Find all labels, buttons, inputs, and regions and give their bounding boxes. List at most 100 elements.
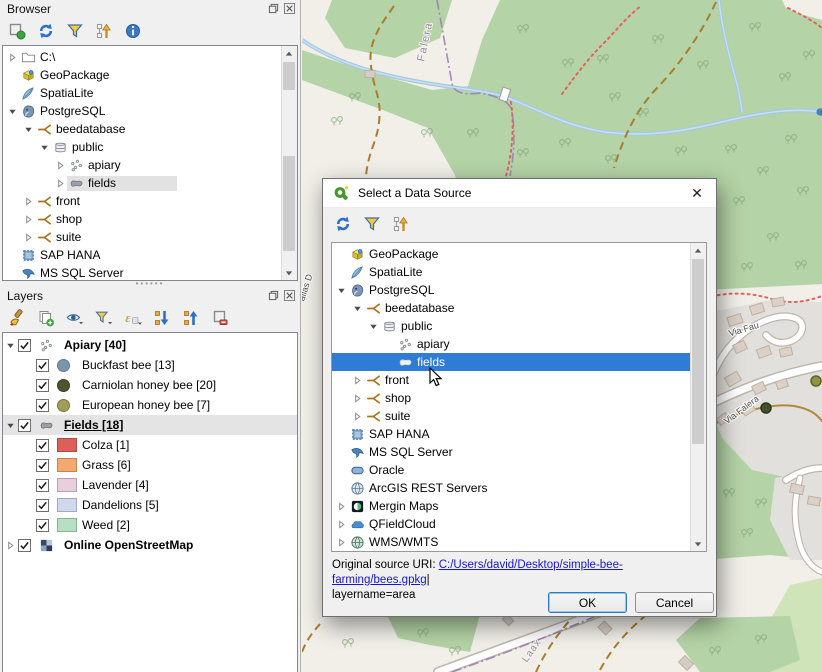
- close-panel-button[interactable]: [283, 289, 296, 302]
- layer-checkbox[interactable]: [36, 479, 49, 492]
- layer-item-weed-2[interactable]: Weed [2]: [3, 515, 297, 535]
- tree-item-apiary[interactable]: apiary: [3, 156, 282, 174]
- tree-item-ms-sql-server[interactable]: MS SQL Server: [3, 264, 282, 281]
- layer-checkbox[interactable]: [36, 379, 49, 392]
- tree-item-geopackage[interactable]: GeoPackage: [3, 66, 282, 84]
- tree-item-qfieldcloud[interactable]: QFieldCloud: [332, 515, 691, 533]
- layer-item-fields-18[interactable]: Fields [18]: [3, 415, 297, 435]
- tree-item-spatialite[interactable]: SpatiaLite: [3, 84, 282, 102]
- scrollbar-thumb[interactable]: [283, 62, 295, 90]
- layer-checkbox[interactable]: [36, 499, 49, 512]
- tree-item-front[interactable]: front: [332, 371, 691, 389]
- scrollbar-thumb[interactable]: [692, 259, 704, 444]
- tree-item-mergin-maps[interactable]: Mergin Maps: [332, 497, 691, 515]
- remove-layer-button[interactable]: [210, 308, 230, 328]
- filter-button[interactable]: [65, 21, 85, 41]
- tree-item-apiary[interactable]: apiary: [332, 335, 691, 353]
- layer-item-lavender-4[interactable]: Lavender [4]: [3, 475, 297, 495]
- chevron-collapsed-icon[interactable]: [24, 197, 33, 206]
- chevron-expanded-icon[interactable]: [40, 143, 49, 152]
- layer-checkbox[interactable]: [18, 419, 31, 432]
- layer-checkbox[interactable]: [18, 539, 31, 552]
- collapse-all-button[interactable]: [391, 214, 411, 234]
- tree-item-suite[interactable]: suite: [332, 407, 691, 425]
- chevron-expanded-icon[interactable]: [8, 107, 17, 116]
- chevron-expanded-icon[interactable]: [6, 341, 15, 350]
- chevron-collapsed-icon[interactable]: [337, 538, 346, 547]
- tree-item-postgresql[interactable]: PostgreSQL: [332, 281, 691, 299]
- layer-checkbox[interactable]: [36, 459, 49, 472]
- properties-button[interactable]: [123, 21, 143, 41]
- scroll-down-icon[interactable]: [691, 536, 705, 551]
- layer-item-carniolan-honey-bee-20[interactable]: Carniolan honey bee [20]: [3, 375, 297, 395]
- tree-item-suite[interactable]: suite: [3, 228, 282, 246]
- chevron-collapsed-icon[interactable]: [56, 161, 65, 170]
- tree-item-wms-wmts[interactable]: WMS/WMTS: [332, 533, 691, 551]
- map-themes-button[interactable]: [65, 308, 85, 328]
- dialog-close-icon[interactable]: ✕: [687, 185, 707, 202]
- tree-item-beedatabase[interactable]: beedatabase: [3, 120, 282, 138]
- chevron-collapsed-icon[interactable]: [24, 233, 33, 242]
- tree-item-public[interactable]: public: [3, 138, 282, 156]
- tree-item-beedatabase[interactable]: beedatabase: [332, 299, 691, 317]
- add-layer-button[interactable]: [7, 21, 27, 41]
- chevron-expanded-icon[interactable]: [24, 125, 33, 134]
- chevron-collapsed-icon[interactable]: [8, 53, 17, 62]
- chevron-expanded-icon[interactable]: [337, 286, 346, 295]
- chevron-collapsed-icon[interactable]: [353, 394, 362, 403]
- filter-button[interactable]: [362, 214, 382, 234]
- layer-item-online-openstreetmap[interactable]: Online OpenStreetMap: [3, 535, 297, 555]
- layer-checkbox[interactable]: [36, 439, 49, 452]
- styling-button[interactable]: [7, 308, 27, 328]
- refresh-button[interactable]: [333, 214, 353, 234]
- cancel-button[interactable]: Cancel: [635, 592, 714, 613]
- dialog-titlebar[interactable]: Select a Data Source ✕: [323, 179, 716, 208]
- scroll-up-icon[interactable]: [282, 46, 296, 61]
- browser-scrollbar[interactable]: [281, 46, 297, 280]
- filter-legend-button[interactable]: [94, 308, 114, 328]
- tree-item-front[interactable]: front: [3, 192, 282, 210]
- ok-button[interactable]: OK: [548, 592, 627, 613]
- chevron-collapsed-icon[interactable]: [24, 215, 33, 224]
- close-panel-button[interactable]: [283, 2, 296, 15]
- refresh-button[interactable]: [36, 21, 56, 41]
- layer-item-buckfast-bee-13[interactable]: Buckfast bee [13]: [3, 355, 297, 375]
- dialog-scrollbar[interactable]: [690, 243, 706, 551]
- scrollbar-range[interactable]: [283, 156, 295, 251]
- layer-checkbox[interactable]: [36, 399, 49, 412]
- collapse-all-button[interactable]: [94, 21, 114, 41]
- layer-item-colza-1[interactable]: Colza [1]: [3, 435, 297, 455]
- tree-item-sap-hana[interactable]: SAP HANA: [332, 425, 691, 443]
- float-panel-button[interactable]: [267, 289, 280, 302]
- expand-all-button[interactable]: [152, 308, 172, 328]
- layer-item-european-honey-bee-7[interactable]: European honey bee [7]: [3, 395, 297, 415]
- tree-item-public[interactable]: public: [332, 317, 691, 335]
- layer-checkbox[interactable]: [18, 339, 31, 352]
- chevron-expanded-icon[interactable]: [369, 322, 378, 331]
- chevron-collapsed-icon[interactable]: [353, 412, 362, 421]
- collapse-all-layers-button[interactable]: [181, 308, 201, 328]
- tree-item-sap-hana[interactable]: SAP HANA: [3, 246, 282, 264]
- tree-item-c[interactable]: C:\: [3, 48, 282, 66]
- layer-item-apiary-40[interactable]: Apiary [40]: [3, 335, 297, 355]
- tree-item-geopackage[interactable]: GeoPackage: [332, 245, 691, 263]
- chevron-collapsed-icon[interactable]: [6, 541, 15, 550]
- chevron-collapsed-icon[interactable]: [353, 376, 362, 385]
- tree-item-oracle[interactable]: Oracle: [332, 461, 691, 479]
- layer-item-dandelions-5[interactable]: Dandelions [5]: [3, 495, 297, 515]
- chevron-expanded-icon[interactable]: [6, 421, 15, 430]
- tree-item-shop[interactable]: shop: [3, 210, 282, 228]
- chevron-collapsed-icon[interactable]: [337, 502, 346, 511]
- tree-item-fields[interactable]: fields: [332, 353, 691, 371]
- tree-item-ms-sql-server[interactable]: MS SQL Server: [332, 443, 691, 461]
- tree-item-spatialite[interactable]: SpatiaLite: [332, 263, 691, 281]
- filter-expression-button[interactable]: ε: [123, 308, 143, 328]
- scroll-up-icon[interactable]: [691, 243, 705, 258]
- tree-item-postgresql[interactable]: PostgreSQL: [3, 102, 282, 120]
- tree-item-fields[interactable]: fields: [3, 174, 282, 192]
- tree-item-arcgis-rest-servers[interactable]: ArcGIS REST Servers: [332, 479, 691, 497]
- float-panel-button[interactable]: [267, 2, 280, 15]
- add-group-button[interactable]: [36, 308, 56, 328]
- chevron-expanded-icon[interactable]: [353, 304, 362, 313]
- chevron-collapsed-icon[interactable]: [337, 520, 346, 529]
